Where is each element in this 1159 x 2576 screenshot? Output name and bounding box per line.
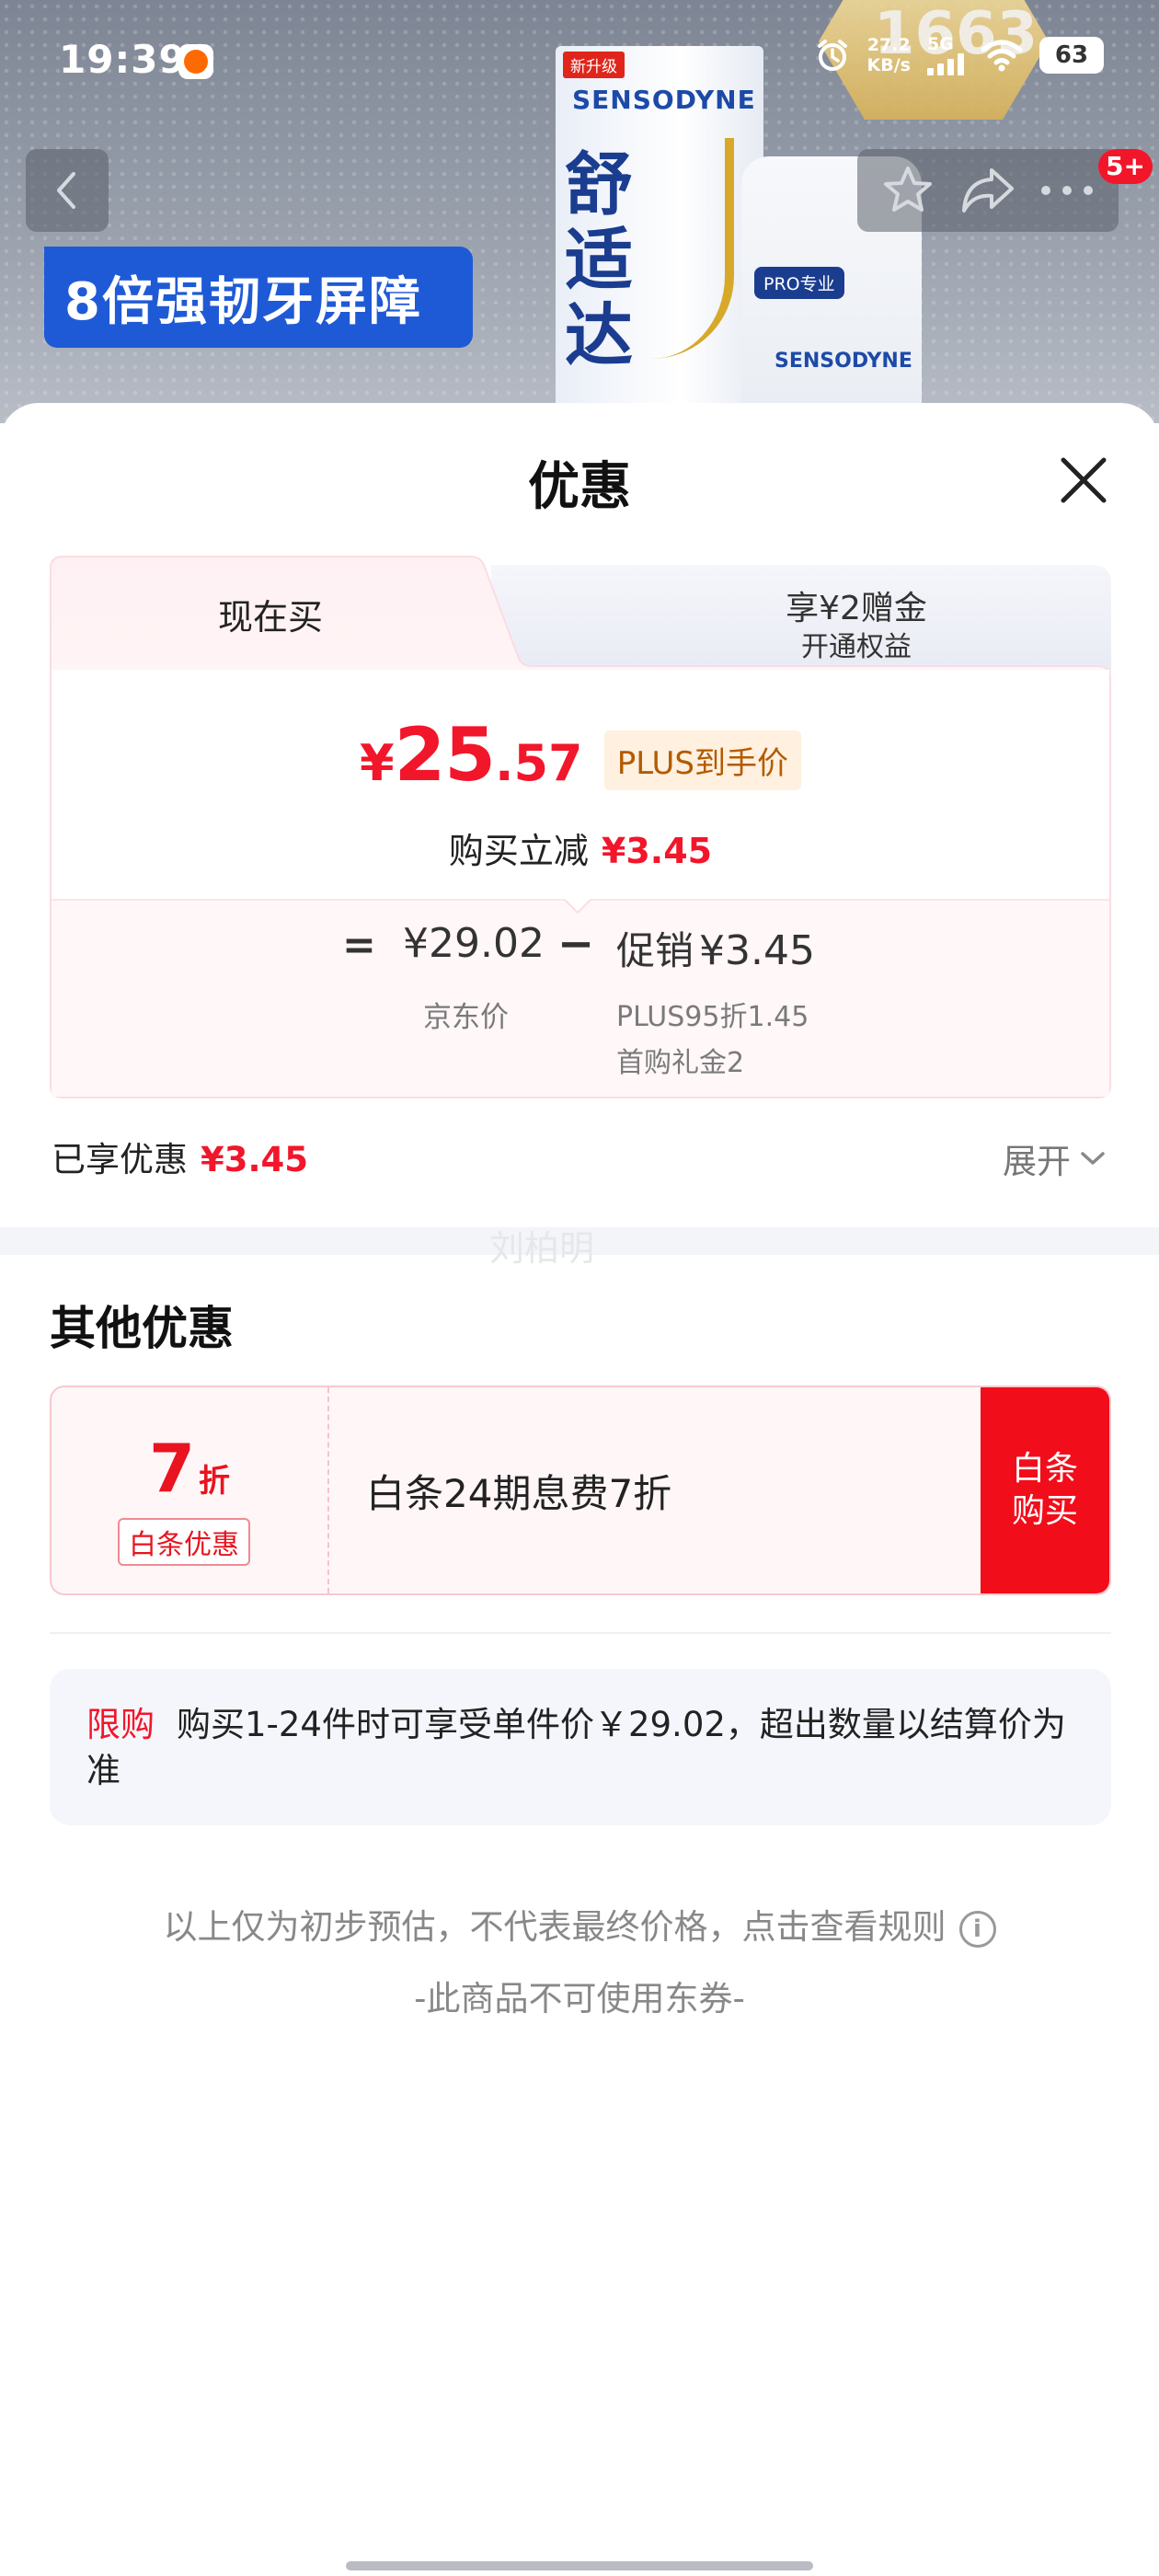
tab-buy-now[interactable]: 现在买: [50, 589, 491, 639]
home-indicator[interactable]: [346, 2561, 813, 2570]
tube-brand: SENSODYNE: [775, 350, 912, 373]
wifi-icon: [981, 40, 1023, 72]
purchase-limit-notice: 限购 购买1-24件时可享受单件价￥29.02，超出数量以结算价为准: [50, 1669, 1111, 1825]
price-card-body: 现在买 ¥25.57 PLUS到手价 购买立减 ¥3.45 = ¥29.02 京东…: [50, 556, 1111, 1098]
status-time: 19:39: [59, 37, 187, 82]
nav-actions: [857, 149, 1119, 232]
rules-note[interactable]: 以上仅为初步预估，不代表最终价格，点击查看规则 i: [0, 1899, 1159, 1949]
info-icon: i: [958, 1910, 996, 1948]
favorite-star-icon[interactable]: [880, 163, 935, 218]
limit-label: 限购: [86, 1705, 155, 1744]
divider-line: [50, 1632, 1111, 1634]
close-icon[interactable]: [1054, 451, 1113, 510]
expand-button[interactable]: 展开: [1003, 1133, 1106, 1183]
chevron-down-icon: [1081, 1152, 1105, 1165]
signal-icon: [927, 53, 964, 75]
formula-equals: =: [342, 922, 376, 969]
instant-reduce-amount: ¥3.45: [601, 831, 713, 871]
net-speed: 27.2 KB/s: [866, 35, 911, 75]
chevron-left-icon: [57, 172, 75, 209]
coupon-value-area: 7折 白条优惠: [52, 1387, 329, 1593]
instant-reduce-label: 购买立减: [448, 831, 589, 871]
coupon-restriction-note: -此商品不可使用东券-: [414, 1979, 745, 2018]
promo-detail-first-buy: 首购礼金2: [616, 1047, 745, 1079]
final-price-row: ¥25.57 PLUS到手价: [50, 712, 1111, 798]
enjoyed-amount: ¥3.45: [201, 1140, 309, 1179]
price-card: 享¥2赠金 开通权益 现在买 ¥25.57 PLUS到手价 购买立减 ¥3.45…: [50, 556, 1111, 1098]
baitiao-buy-button[interactable]: 白条购买: [981, 1387, 1109, 1593]
message-badge: 5+: [1098, 149, 1153, 184]
jd-price: ¥29.02: [403, 920, 545, 967]
baitiao-coupon-card: 7折 白条优惠 白条24期息费7折 白条购买: [50, 1386, 1111, 1595]
user-watermark: 刘柏明: [489, 1228, 595, 1269]
sheet-title: 优惠: [528, 457, 631, 517]
alarm-icon: [817, 40, 847, 71]
coupon-description: 白条24期息费7折: [366, 1471, 672, 1516]
instant-reduce-row: 购买立减 ¥3.45: [50, 822, 1111, 873]
plus-price-tag: PLUS到手价: [603, 730, 801, 790]
formula-minus: −: [557, 918, 595, 970]
jd-price-label: 京东价: [423, 1001, 509, 1034]
enjoyed-label: 已享优惠: [52, 1140, 188, 1179]
rules-note-text: 以上仅为初步预估，不代表最终价格，点击查看规则: [163, 1907, 947, 1947]
other-discounts-title: 其他优惠: [50, 1302, 234, 1355]
share-icon[interactable]: [958, 165, 1016, 216]
more-icon[interactable]: [1039, 181, 1096, 200]
product-swoosh: [651, 138, 734, 359]
enjoyed-discount: 已享优惠 ¥3.45: [52, 1132, 308, 1181]
final-price: ¥25.57: [360, 712, 583, 798]
coupon-tag: 白条优惠: [118, 1518, 250, 1566]
battery-indicator: 63: [1039, 37, 1104, 74]
price-formula: = ¥29.02 京东价 − 促销 ¥3.45 PLUS95折1.45 首购礼金2: [50, 902, 1111, 1098]
promo-line: 促销 ¥3.45: [616, 927, 815, 974]
status-bar: 19:39 27.2 KB/s 5G 63: [0, 0, 1159, 120]
limit-text: 购买1-24件时可享受单件价￥29.02，超出数量以结算价为准: [86, 1705, 1066, 1790]
promo-detail-plus: PLUS95折1.45: [616, 1001, 809, 1033]
expand-label: 展开: [1003, 1142, 1071, 1181]
promo-slogan: 8倍强韧牙屏障: [44, 247, 473, 348]
product-name: 舒适达: [565, 145, 633, 375]
discount-sheet: 优惠 享¥2赠金 开通权益 现在买 ¥ 25 .57 PLUS到手价 购买立减 …: [0, 403, 1159, 2576]
app-notification-icon: [178, 44, 213, 79]
coupon-discount: 7折: [148, 1430, 231, 1507]
network-type: 5G: [927, 34, 954, 54]
back-button[interactable]: [26, 149, 109, 232]
tube-badge: PRO专业: [754, 267, 844, 299]
product-banner: 1663 新升级 SENSODYNE 舒适达 PRO专业 SENSODYNE 8…: [0, 0, 1159, 423]
